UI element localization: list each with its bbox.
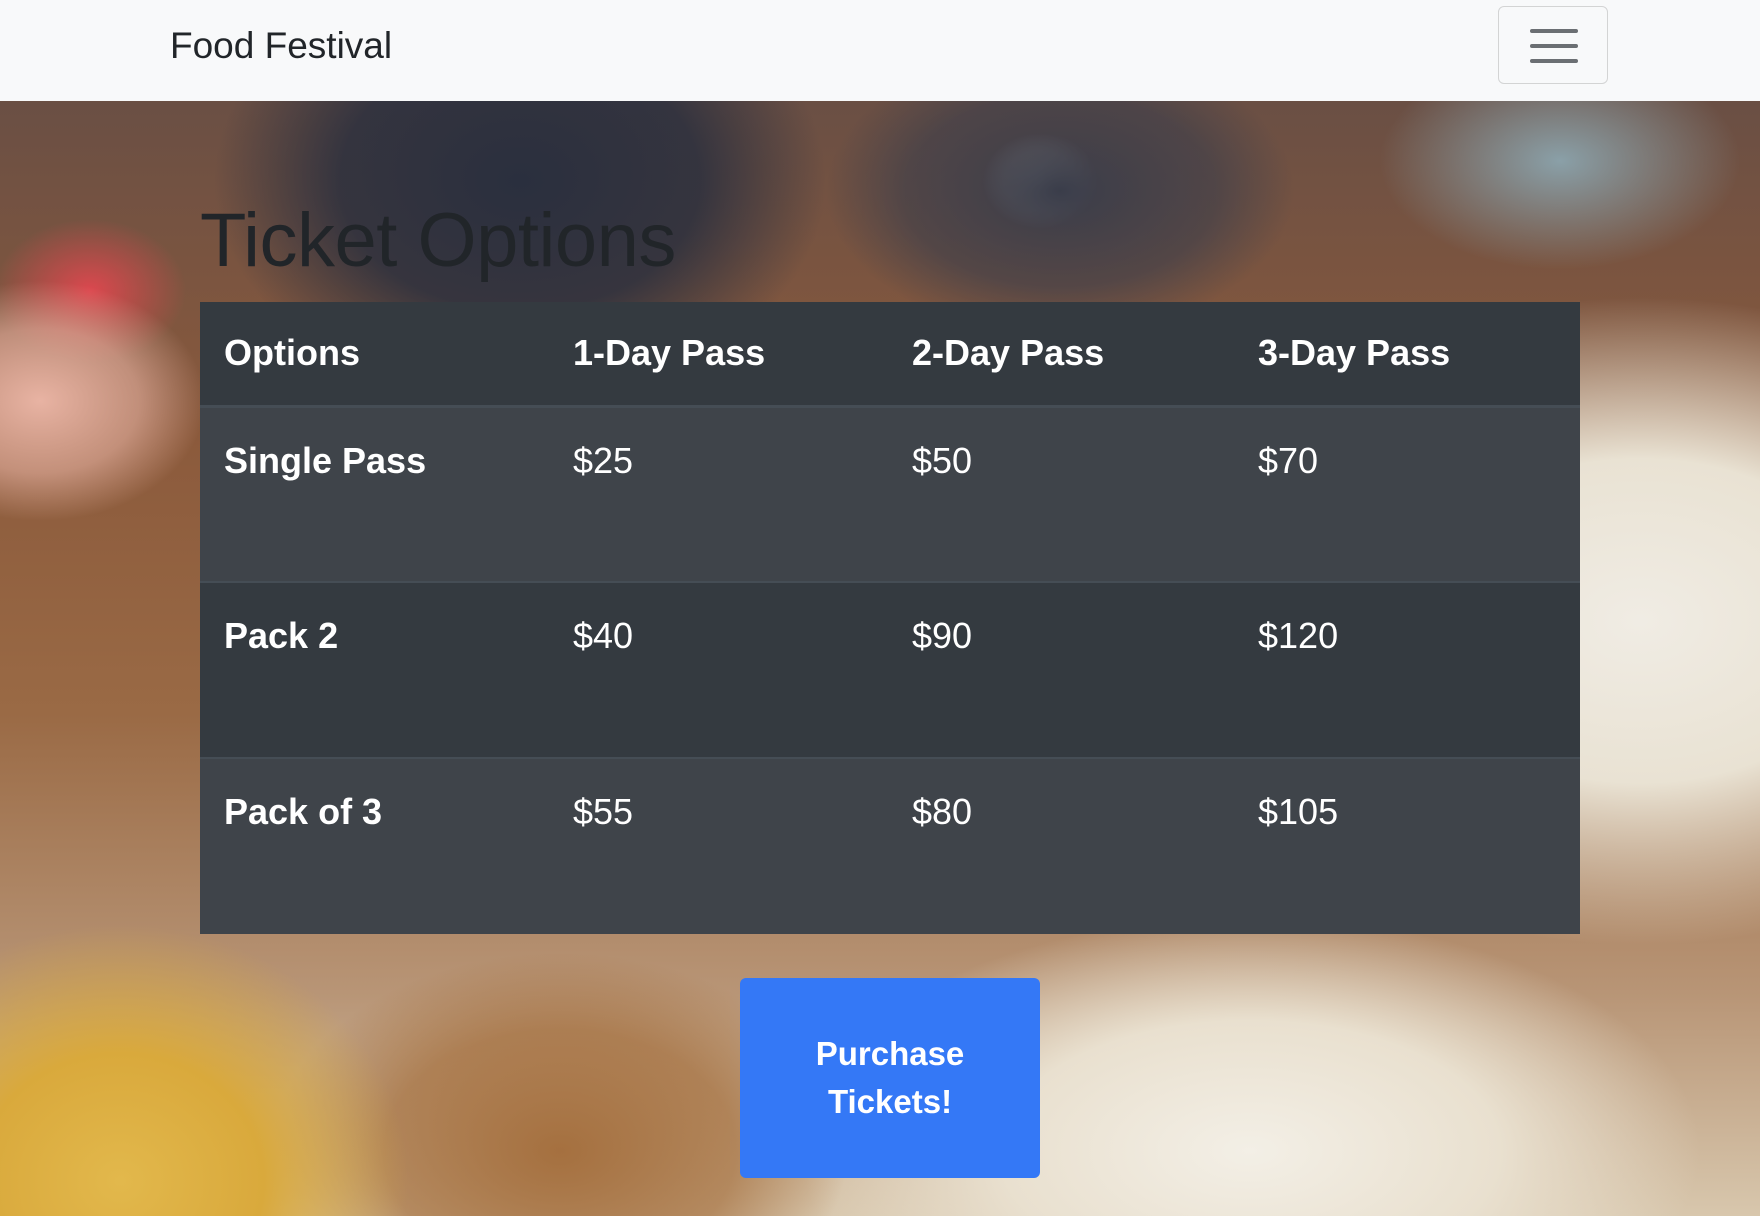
page-title: Ticket Options [200,198,676,283]
table-row: Pack of 3 $55 $80 $105 [200,757,1580,934]
table-header-row: Options 1-Day Pass 2-Day Pass 3-Day Pass [200,302,1580,408]
table-row: Single Pass $25 $50 $70 [200,406,1580,582]
table-cell: $25 [573,439,634,481]
table-cell: $70 [1258,439,1319,481]
table-cell: $120 [1234,581,1580,758]
page: Food Festival Ticket Options Options 1-D… [0,0,1760,1216]
table-cell: $40 [549,581,888,758]
column-header: 2-Day Pass [888,302,1234,408]
navbar: Food Festival [0,0,1760,101]
row-header: Pack 2 [200,581,549,758]
table-cell: $105 [1234,757,1580,934]
table-cell: $50 [912,439,973,481]
row-header: Single Pass [224,439,427,481]
column-header: 3-Day Pass [1234,302,1580,408]
ticket-options-table: Options 1-Day Pass 2-Day Pass 3-Day Pass… [200,302,1580,934]
purchase-tickets-button[interactable]: Purchase Tickets! [740,978,1040,1178]
column-header: 1-Day Pass [549,302,888,408]
column-header: Options [200,302,549,408]
table-row: Pack 2 $40 $90 $120 [200,581,1580,758]
table-cell: $90 [888,581,1234,758]
table-cell: $55 [549,757,888,934]
table-cell: $80 [888,757,1234,934]
navbar-toggle-button[interactable] [1498,6,1608,84]
row-header: Pack of 3 [200,757,549,934]
navbar-brand[interactable]: Food Festival [170,24,392,68]
